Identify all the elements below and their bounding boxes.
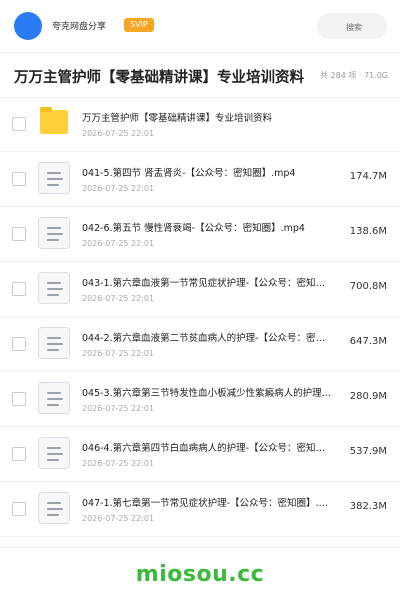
file-size: 382.3M (349, 501, 387, 512)
document-icon (38, 437, 70, 469)
file-size: 280.9M (349, 391, 387, 402)
select-checkbox[interactable] (12, 282, 26, 296)
file-row[interactable]: 045-3.第六章第三节特发性血小板减少性紫癜病人的护理.mp4 2026-07-… (0, 372, 400, 427)
file-size: 174.7M (349, 171, 387, 182)
select-checkbox[interactable] (12, 227, 26, 241)
file-name[interactable]: 043-1.第六章血液第一节常见症状护理-【公众号：密知圈】.mp4 (82, 275, 334, 289)
file-row[interactable]: 047-1.第七章第一节常见症状护理-【公众号：密知圈】.mp4 2026-07-… (0, 482, 400, 537)
file-date: 2026-07-25 22:01 (82, 404, 155, 413)
search-box[interactable] (317, 13, 391, 41)
file-name[interactable]: 045-3.第六章第三节特发性血小板减少性紫癜病人的护理.mp4 (82, 385, 334, 399)
document-icon (38, 492, 70, 524)
watermark: miosou.cc (135, 562, 265, 587)
file-size: 700.8M (349, 281, 387, 292)
file-name[interactable]: 041-5.第四节 肾盂肾炎-【公众号：密知圈】.mp4 (82, 165, 334, 179)
file-list: 万万主管护师【零基础精讲课】专业培训资料 2026-07-25 22:01 041-… (0, 97, 400, 537)
file-row[interactable]: 044-2.第六章血液第二节贫血病人的护理-【公众号：密知圈】.mp4 2026-… (0, 317, 400, 372)
title-row: 万万主管护师【零基础精讲课】专业培训资料 共 284 项 · 71.0G (0, 53, 400, 98)
document-icon (38, 327, 70, 359)
file-row[interactable]: 043-1.第六章血液第一节常见症状护理-【公众号：密知圈】.mp4 2026-0… (0, 262, 400, 317)
file-icon-container (38, 382, 70, 414)
file-date: 2026-07-25 22:01 (82, 514, 155, 523)
document-icon (38, 272, 70, 304)
file-size: 537.9M (349, 446, 387, 457)
file-name[interactable]: 046-4.第六章第四节白血病病人的护理-【公众号：密知圈】.mp4 (82, 440, 334, 454)
document-icon (38, 217, 70, 249)
file-icon-container (38, 492, 70, 524)
file-icon-container (38, 437, 70, 469)
select-checkbox[interactable] (12, 172, 26, 186)
select-checkbox[interactable] (12, 337, 26, 351)
file-row[interactable]: 041-5.第四节 肾盂肾炎-【公众号：密知圈】.mp4 2026-07-25 2… (0, 152, 400, 207)
file-icon-container (38, 107, 70, 139)
header: 夸克网盘分享 SVIP (0, 0, 400, 52)
page-title: 万万主管护师【零基础精讲课】专业培训资料 (14, 70, 304, 86)
file-icon-container (38, 162, 70, 194)
file-icon-container (38, 272, 70, 304)
item-count-and-size: 共 284 项 · 71.0G (320, 71, 388, 80)
file-name[interactable]: 万万主管护师【零基础精讲课】专业培训资料 (82, 110, 334, 124)
file-size: 138.6M (349, 226, 387, 237)
bottom-divider (0, 547, 400, 548)
file-date: 2026-07-25 22:01 (82, 294, 155, 303)
file-date: 2026-07-25 22:01 (82, 239, 155, 248)
site-name[interactable]: 夸克网盘分享 (52, 19, 106, 32)
file-icon-container (38, 327, 70, 359)
file-date: 2026-07-25 22:01 (82, 349, 155, 358)
search-input[interactable] (317, 13, 391, 41)
file-row[interactable]: 046-4.第六章第四节白血病病人的护理-【公众号：密知圈】.mp4 2026-0… (0, 427, 400, 482)
avatar[interactable] (14, 12, 42, 40)
folder-icon (40, 107, 68, 134)
document-icon (38, 382, 70, 414)
svip-badge[interactable]: SVIP (124, 18, 154, 32)
file-name[interactable]: 047-1.第七章第一节常见症状护理-【公众号：密知圈】.mp4 (82, 495, 334, 509)
file-date: 2026-07-25 22:01 (82, 459, 155, 468)
select-checkbox[interactable] (12, 392, 26, 406)
file-row[interactable]: 万万主管护师【零基础精讲课】专业培训资料 2026-07-25 22:01 (0, 97, 400, 152)
file-date: 2026-07-25 22:01 (82, 184, 155, 193)
file-date: 2026-07-25 22:01 (82, 129, 155, 138)
file-name[interactable]: 042-6.第五节 慢性肾衰竭-【公众号：密知圈】.mp4 (82, 220, 334, 234)
select-checkbox[interactable] (12, 117, 26, 131)
select-checkbox[interactable] (12, 447, 26, 461)
file-icon-container (38, 217, 70, 249)
document-icon (38, 162, 70, 194)
file-name[interactable]: 044-2.第六章血液第二节贫血病人的护理-【公众号：密知圈】.mp4 (82, 330, 334, 344)
file-size: 647.3M (349, 336, 387, 347)
select-checkbox[interactable] (12, 502, 26, 516)
file-row[interactable]: 042-6.第五节 慢性肾衰竭-【公众号：密知圈】.mp4 2026-07-25 … (0, 207, 400, 262)
